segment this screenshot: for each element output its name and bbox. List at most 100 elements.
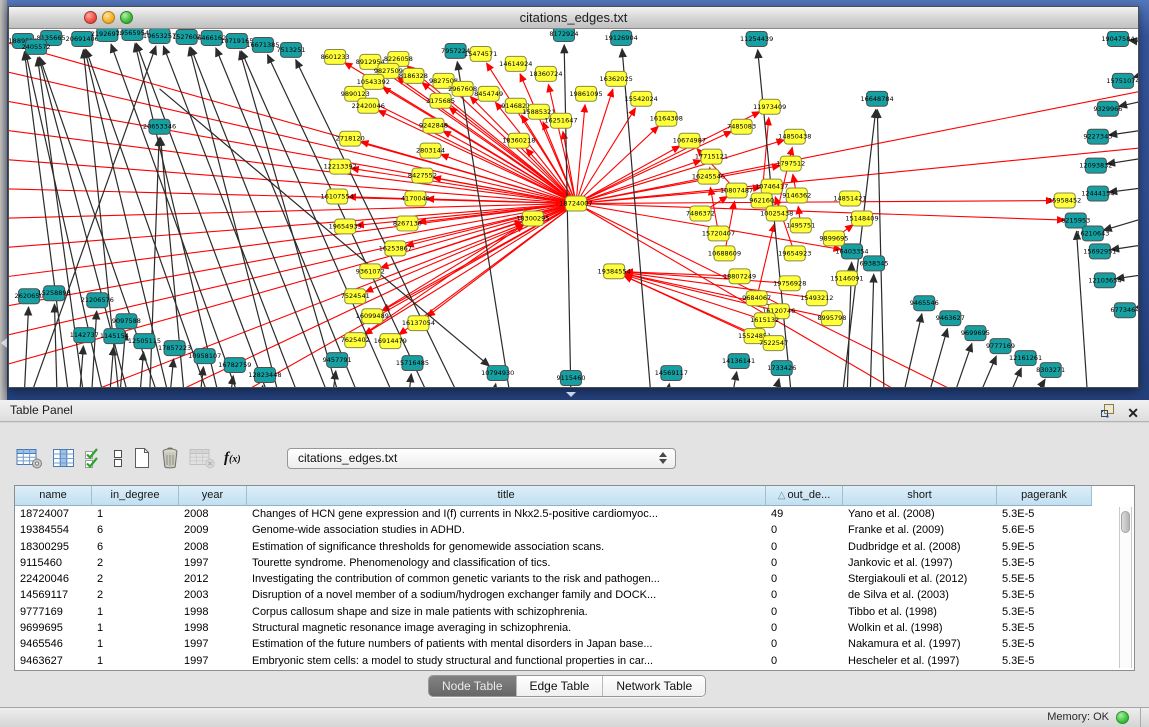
table-cell[interactable]: 5.6E-5 <box>997 522 1092 538</box>
table-cell[interactable]: Nakamura et al. (1997) <box>843 636 997 652</box>
table-cell[interactable]: 1 <box>92 636 179 652</box>
table-cell[interactable]: 5.3E-5 <box>997 506 1092 522</box>
graph-node[interactable]: 1615132 <box>750 313 779 328</box>
graph-node[interactable]: 14569117 <box>655 366 688 381</box>
graph-edge[interactable] <box>625 272 790 283</box>
graph-edge[interactable] <box>372 224 523 316</box>
graph-edge[interactable] <box>576 204 972 387</box>
graph-edge[interactable] <box>191 47 330 387</box>
tab-edge-table[interactable]: Edge Table <box>517 676 604 696</box>
table-cell[interactable]: 1 <box>92 620 179 636</box>
table-cell[interactable]: Corpus callosum shape and size in male p… <box>247 604 766 620</box>
table-mode-icon[interactable] <box>16 448 43 469</box>
graph-node[interactable]: 9457791 <box>323 353 352 368</box>
graph-node[interactable]: 10958107 <box>188 349 221 364</box>
table-cell[interactable]: 49 <box>766 506 843 522</box>
table-cell[interactable]: 1997 <box>179 636 247 652</box>
table-cell[interactable]: 18724007 <box>15 506 92 522</box>
graph-edge[interactable] <box>493 384 496 387</box>
column-header-pagerank[interactable]: pagerank <box>997 486 1092 506</box>
graph-node[interactable]: 15751074 <box>1106 73 1138 88</box>
graph-edge[interactable] <box>9 204 576 249</box>
graph-node[interactable]: 6938345 <box>860 256 889 271</box>
select-rows-icon[interactable] <box>84 448 103 469</box>
table-cell[interactable]: Embryonic stem cells: a model to study s… <box>247 653 766 669</box>
network-window-titlebar[interactable]: citations_edges.txt <box>9 7 1138 29</box>
graph-node[interactable]: 10688609 <box>708 246 741 261</box>
row-height-icon[interactable] <box>112 448 124 469</box>
hide-panel-strip[interactable] <box>0 0 7 400</box>
graph-node[interactable]: 2718120 <box>336 131 365 146</box>
table-cell[interactable]: 9465546 <box>15 636 92 652</box>
table-cell[interactable]: Changes of HCN gene expression and I(f) … <box>247 506 766 522</box>
graph-edge[interactable] <box>24 307 28 387</box>
graph-node[interactable]: 12161261 <box>1009 351 1042 366</box>
graph-node[interactable]: 12823448 <box>248 368 281 383</box>
table-row[interactable]: 946554611997Estimation of the future num… <box>15 636 1134 652</box>
graph-node[interactable]: 9899695 <box>819 231 848 246</box>
graph-edge[interactable] <box>576 131 732 203</box>
table-cell[interactable]: 5.5E-5 <box>997 571 1092 587</box>
graph-node[interactable]: 9115460 <box>556 371 585 386</box>
graph-node[interactable]: 7485083 <box>727 119 756 134</box>
collapse-arrow-icon[interactable] <box>1 338 7 348</box>
table-cell[interactable]: de Silva et al. (2003) <box>843 587 997 603</box>
graph-node[interactable]: 9777169 <box>986 339 1015 354</box>
graph-node[interactable]: 2967608 <box>448 81 477 96</box>
table-cell[interactable]: 0 <box>766 539 843 555</box>
graph-node[interactable]: 9242848 <box>419 118 448 133</box>
graph-node[interactable]: 1145154 <box>100 329 129 344</box>
table-row[interactable]: 1456911722003Disruption of a novel membe… <box>15 587 1134 603</box>
graph-node[interactable]: 16107554 <box>321 189 354 204</box>
graph-edge[interactable] <box>170 359 174 387</box>
graph-node[interactable]: 15493212 <box>800 291 833 306</box>
graph-node[interactable]: 17857223 <box>158 341 191 356</box>
graph-edge[interactable] <box>163 46 300 387</box>
table-cell[interactable]: Estimation of the future numbers of pati… <box>247 636 766 652</box>
column-header-short[interactable]: short <box>843 486 997 506</box>
graph-node[interactable]: 3175685 <box>426 93 455 108</box>
table-cell[interactable]: 0 <box>766 587 843 603</box>
graph-node[interactable]: 8303271 <box>1036 363 1065 378</box>
graph-edge[interactable] <box>870 274 874 387</box>
table-row[interactable]: 1830029562008Estimation of significance … <box>15 539 1134 555</box>
graph-edge[interactable] <box>952 344 971 387</box>
graph-edge[interactable] <box>774 379 779 387</box>
table-cell[interactable]: 2 <box>92 587 179 603</box>
table-cell[interactable]: Tourette syndrome. Phenomenology and cla… <box>247 555 766 571</box>
graph-edge[interactable] <box>576 201 1054 204</box>
graph-node[interactable]: 9699695 <box>961 326 990 341</box>
graph-edge[interactable] <box>109 347 113 387</box>
graph-node[interactable]: 15146091 <box>830 271 863 286</box>
table-row[interactable]: 1872400712008Changes of HCN gene express… <box>15 506 1134 522</box>
zoom-window-icon[interactable] <box>120 11 133 24</box>
minimize-window-icon[interactable] <box>102 11 115 24</box>
graph-node[interactable]: 6773464 <box>1110 303 1138 318</box>
delete-table-icon[interactable] <box>189 448 215 469</box>
table-cell[interactable]: 0 <box>766 653 843 669</box>
table-row[interactable]: 946362711997Embryonic stem cells: a mode… <box>15 653 1134 669</box>
table-cell[interactable]: 1997 <box>179 653 247 669</box>
table-cell[interactable]: 0 <box>766 571 843 587</box>
table-cell[interactable]: 5.3E-5 <box>997 653 1092 669</box>
table-cell[interactable]: Disruption of a novel member of a sodium… <box>247 587 766 603</box>
graph-edge[interactable] <box>576 204 1065 221</box>
graph-edge[interactable] <box>1109 129 1138 135</box>
table-cell[interactable]: 18300295 <box>15 539 92 555</box>
table-cell[interactable]: Structural magnetic resonance image aver… <box>247 620 766 636</box>
delete-column-icon[interactable] <box>160 447 180 469</box>
graph-node[interactable]: 14850438 <box>778 129 811 144</box>
table-row[interactable]: 2242004622012Investigating the contribut… <box>15 571 1134 587</box>
graph-node[interactable]: 7513251 <box>276 42 305 57</box>
graph-node[interactable]: 12093832 <box>1079 158 1112 173</box>
graph-node[interactable]: 14614924 <box>499 56 532 71</box>
graph-node[interactable]: 2405572 <box>22 39 51 54</box>
graph-node[interactable]: 19861095 <box>569 86 602 101</box>
table-cell[interactable]: 2003 <box>179 587 247 603</box>
graph-edge[interactable] <box>1008 368 1022 387</box>
graph-node[interactable]: 12444154 <box>1081 186 1114 201</box>
table-cell[interactable]: 1997 <box>179 555 247 571</box>
table-selector-dropdown[interactable]: citations_edges.txt <box>287 448 676 469</box>
graph-node[interactable]: 9097588 <box>112 314 141 329</box>
table-cell[interactable]: 0 <box>766 636 843 652</box>
